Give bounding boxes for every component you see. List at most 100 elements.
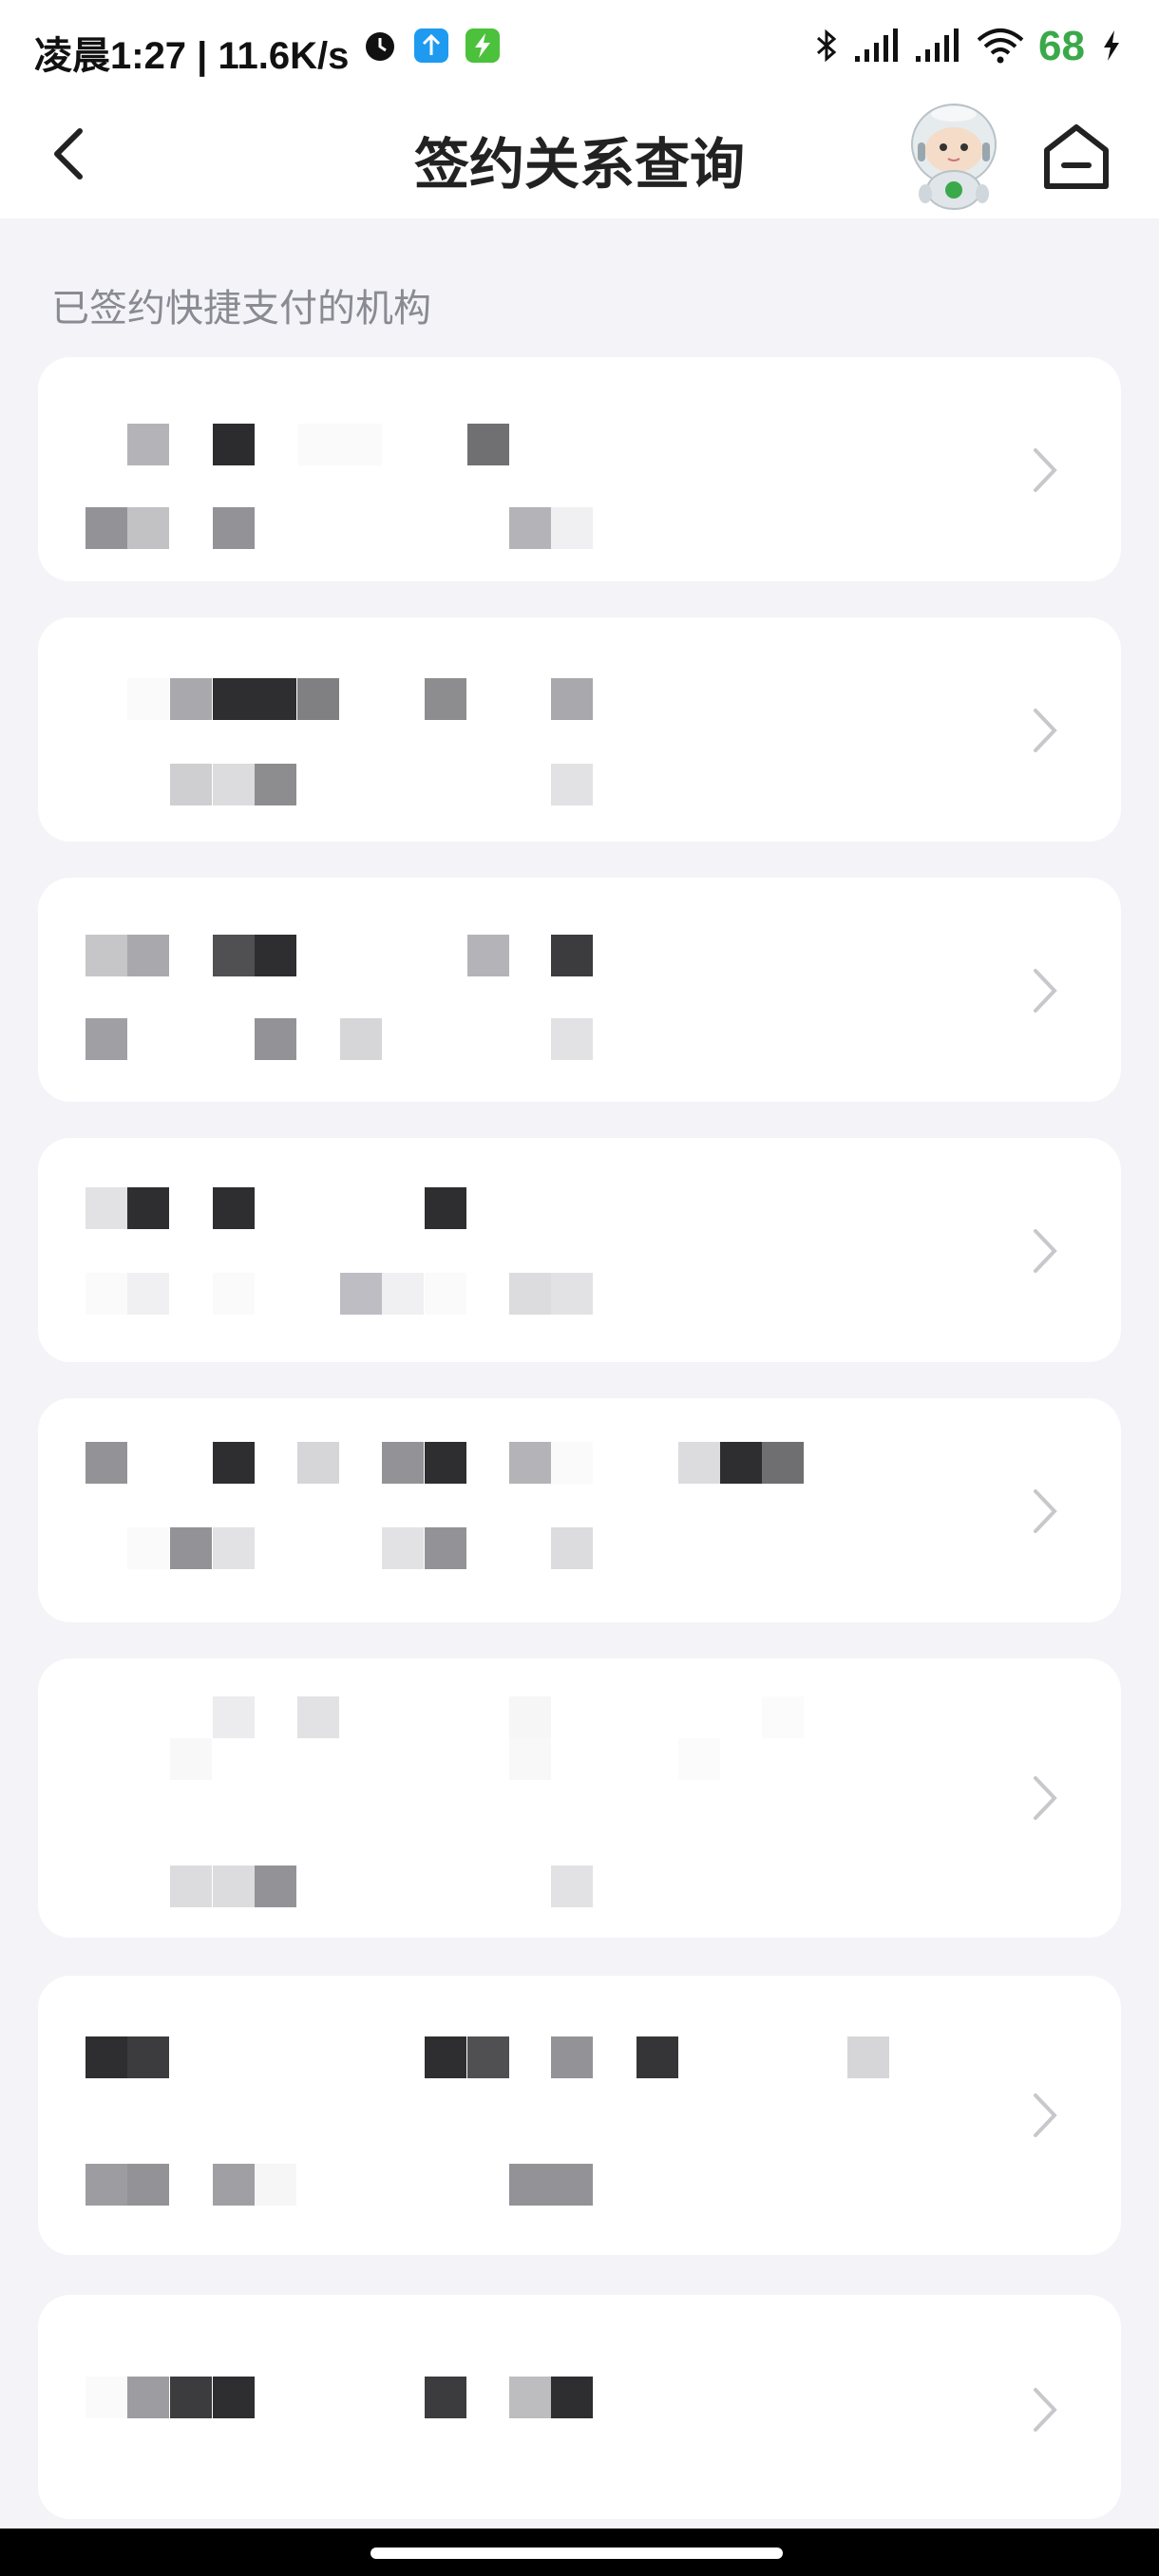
pixelated-content: [636, 2036, 678, 2078]
pixelated-content: [382, 1442, 424, 1484]
section-label: 已签约快捷支付的机构: [51, 287, 431, 331]
pixelated-content: [551, 935, 593, 976]
pixelated-content: [340, 1273, 382, 1315]
pixelated-content: [86, 2036, 127, 2078]
pixelated-content: [551, 764, 593, 805]
signed-institution-card-1[interactable]: [38, 357, 1121, 581]
pixelated-content: [762, 1696, 804, 1738]
pixelated-content: [551, 1527, 593, 1569]
pixelated-content: [425, 2377, 466, 2418]
pixelated-content: [340, 424, 382, 465]
pixelated-content: [127, 507, 169, 549]
pixelated-content: [86, 1018, 127, 1060]
chevron-right-icon: [1034, 1776, 1057, 1820]
pixelated-content: [678, 1442, 720, 1484]
pixelated-content: [213, 507, 255, 549]
signal-icon: [855, 28, 898, 62]
pixelated-content: [425, 2036, 466, 2078]
navigation-bar: [0, 2529, 1159, 2576]
pixelated-content: [340, 1018, 382, 1060]
signed-institution-card-7[interactable]: [38, 1976, 1121, 2255]
robot-assistant-icon[interactable]: [897, 95, 1011, 213]
signed-institution-card-3[interactable]: [38, 878, 1121, 1102]
pixelated-content: [678, 1738, 720, 1780]
signed-institution-card-2[interactable]: [38, 617, 1121, 842]
pixelated-content: [127, 678, 169, 720]
wifi-icon: [977, 28, 1024, 64]
pixelated-content: [297, 1442, 339, 1484]
pixelated-content: [86, 507, 127, 549]
chevron-right-icon: [1034, 969, 1057, 1013]
pixelated-content: [551, 2377, 593, 2418]
pixelated-content: [551, 2164, 593, 2206]
pixelated-content: [86, 935, 127, 976]
pixelated-content: [551, 1273, 593, 1315]
signed-institution-card-8[interactable]: [38, 2295, 1121, 2519]
pixelated-content: [170, 1738, 212, 1780]
pixelated-content: [127, 424, 169, 465]
pixelated-content: [170, 1866, 212, 1907]
pixelated-content: [255, 764, 296, 805]
pixelated-content: [509, 507, 551, 549]
signed-institution-card-4[interactable]: [38, 1138, 1121, 1362]
pixelated-content: [551, 1442, 593, 1484]
pixelated-content: [467, 2036, 509, 2078]
chevron-right-icon: [1034, 2093, 1057, 2137]
pixelated-content: [297, 678, 339, 720]
pixelated-content: [551, 1866, 593, 1907]
pixelated-content: [86, 1273, 127, 1315]
pixelated-content: [509, 2164, 551, 2206]
app-header: 签约关系查询: [0, 95, 1159, 218]
pixelated-content: [425, 1527, 466, 1569]
upload-app-icon: [414, 28, 448, 63]
pixelated-content: [551, 678, 593, 720]
pixelated-content: [509, 1696, 551, 1738]
pixelated-content: [551, 1018, 593, 1060]
pixelated-content: [255, 2164, 296, 2206]
pixelated-content: [86, 1187, 127, 1229]
pixelated-content: [298, 424, 340, 465]
pixelated-content: [255, 678, 296, 720]
pixelated-content: [213, 1527, 255, 1569]
chevron-right-icon: [1034, 1229, 1057, 1273]
pixelated-content: [213, 678, 255, 720]
bluetooth-icon: [817, 28, 837, 63]
pixelated-content: [127, 1273, 169, 1315]
home-indicator-bar[interactable]: [370, 2548, 783, 2559]
pixelated-content: [255, 1866, 296, 1907]
pixelated-content: [509, 1442, 551, 1484]
signed-institution-card-5[interactable]: [38, 1398, 1121, 1622]
pixelated-content: [213, 2377, 255, 2418]
pixelated-content: [86, 1442, 127, 1484]
pixelated-content: [213, 1442, 255, 1484]
pixelated-content: [425, 1187, 466, 1229]
pixelated-content: [127, 2377, 169, 2418]
pixelated-content: [213, 1187, 255, 1229]
pixelated-content: [255, 1018, 296, 1060]
pixelated-content: [509, 2377, 551, 2418]
pixelated-content: [213, 1866, 255, 1907]
battery-level: 68: [1038, 23, 1085, 69]
chevron-right-icon: [1034, 709, 1057, 752]
pixelated-content: [425, 1273, 466, 1315]
pixelated-content: [297, 1696, 339, 1738]
pixelated-content: [213, 764, 255, 805]
pixelated-content: [170, 1527, 212, 1569]
pixelated-content: [255, 935, 296, 976]
pixelated-content: [170, 2377, 212, 2418]
pixelated-content: [127, 935, 169, 976]
pixelated-content: [127, 2164, 169, 2206]
signed-institution-card-6[interactable]: [38, 1658, 1121, 1938]
pixelated-content: [127, 1527, 169, 1569]
signal-icon: [916, 28, 959, 62]
pixelated-content: [509, 1738, 551, 1780]
pixelated-content: [127, 1187, 169, 1229]
pixelated-content: [467, 424, 509, 465]
pixelated-content: [762, 1442, 804, 1484]
chevron-right-icon: [1034, 2388, 1057, 2432]
pixelated-content: [170, 764, 212, 805]
pixelated-content: [509, 1273, 551, 1315]
home-button[interactable]: [1036, 116, 1117, 198]
pixelated-content: [425, 678, 466, 720]
status-bar: 凌晨1:27 | 11.6K/s 68: [0, 0, 1159, 95]
